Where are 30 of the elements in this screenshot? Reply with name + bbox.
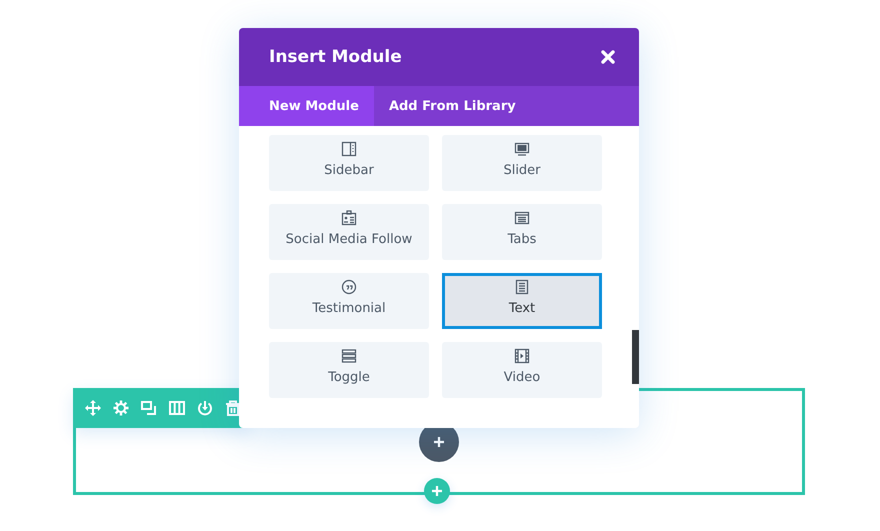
scrollbar-thumb[interactable] [632, 330, 639, 384]
plus-icon [431, 485, 443, 497]
download-icon[interactable] [197, 400, 213, 416]
move-icon[interactable] [85, 400, 101, 416]
image-icon [514, 140, 530, 156]
list-icon [341, 348, 357, 364]
add-section-button[interactable] [424, 478, 450, 504]
id-card-icon [341, 210, 357, 226]
tab[interactable]: New Module [239, 86, 374, 126]
module-button[interactable]: Slider [442, 135, 602, 191]
module-button[interactable]: Video [442, 342, 602, 398]
settings-icon[interactable] [113, 400, 129, 416]
module-button[interactable]: Social Media Follow [269, 204, 429, 260]
close-icon[interactable] [601, 50, 615, 64]
module-button[interactable]: Toggle [269, 342, 429, 398]
document-icon [514, 278, 530, 294]
film-icon [514, 348, 530, 364]
quote-icon [341, 278, 357, 294]
module-button[interactable]: Testimonial [269, 273, 429, 329]
plus-icon [433, 436, 445, 448]
duplicate-icon[interactable] [141, 400, 157, 416]
dialog-title: Insert Module [269, 47, 402, 67]
trash-icon[interactable] [225, 400, 241, 416]
columns-icon[interactable] [169, 400, 185, 416]
module-button[interactable]: Text [442, 273, 602, 329]
sidebar-icon [341, 140, 357, 156]
tab[interactable]: Add From Library [374, 86, 531, 126]
tabs-icon [514, 210, 530, 226]
module-button[interactable]: Tabs [442, 204, 602, 260]
module-button[interactable]: Sidebar [269, 135, 429, 191]
